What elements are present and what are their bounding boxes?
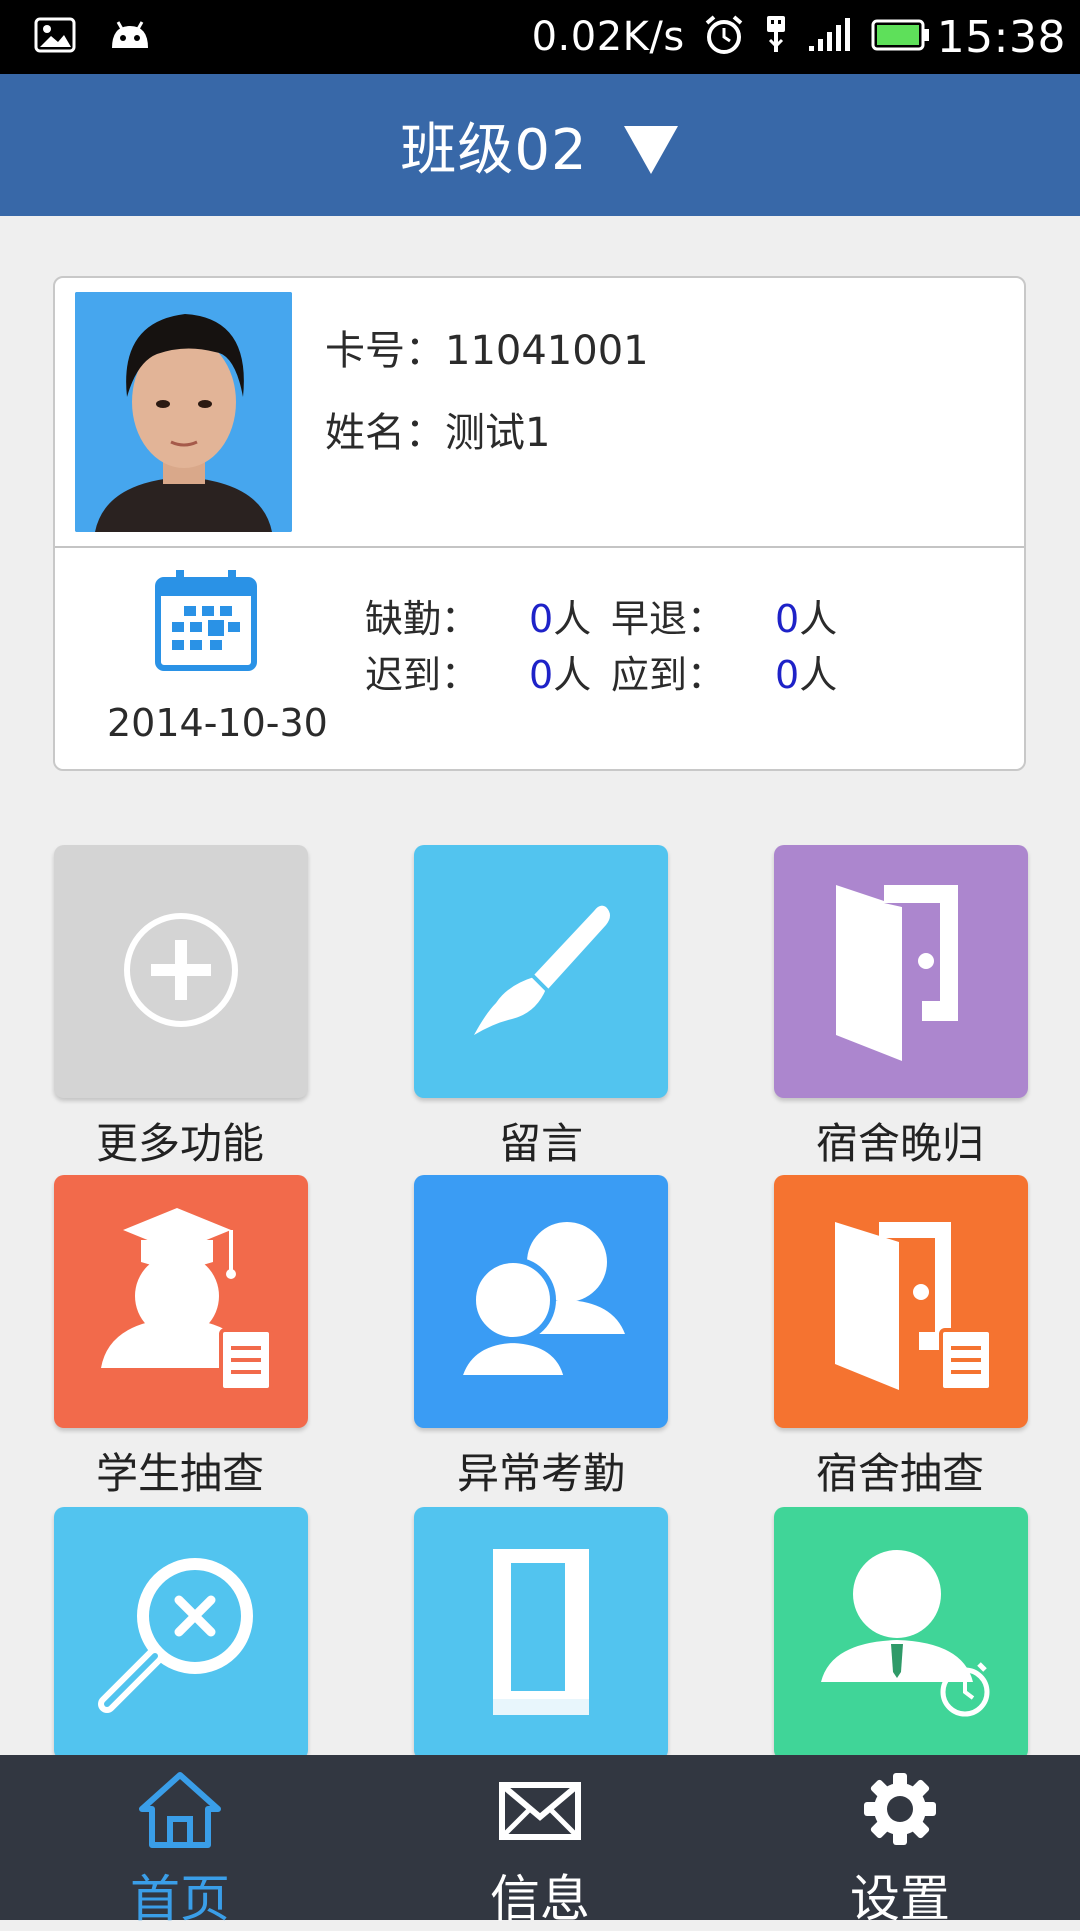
envelope-icon xyxy=(498,1769,582,1853)
gear-icon xyxy=(858,1769,942,1853)
card-number-label: 卡号： xyxy=(325,328,445,374)
image-icon xyxy=(34,17,76,57)
late-count: 0人 xyxy=(529,653,592,697)
door-icon xyxy=(826,875,976,1069)
expected-label: 应到： xyxy=(611,653,726,697)
student-check-label: 学生抽查 xyxy=(95,1449,264,1498)
calendar-icon xyxy=(154,568,258,676)
search-cancel-tile[interactable] xyxy=(54,1507,308,1760)
tab-settings-label: 设置 xyxy=(850,1870,950,1928)
class-title: 班级02 xyxy=(400,117,588,183)
dorm-check-label: 宿舍抽查 xyxy=(815,1449,984,1498)
tab-settings[interactable]: 设置 xyxy=(720,1755,1080,1928)
network-speed: 0.02K/s xyxy=(531,14,685,60)
graduate-icon xyxy=(81,1200,281,1404)
message-label: 留言 xyxy=(498,1119,583,1168)
home-icon xyxy=(138,1769,222,1853)
dorm-late-return-label: 宿舍晚归 xyxy=(815,1119,984,1168)
paintbrush-icon xyxy=(456,885,626,1059)
attendance-date: 2014-10-30 xyxy=(107,701,328,745)
name-label: 姓名： xyxy=(325,410,445,456)
card-number-line: 卡号：11041001 xyxy=(325,318,649,376)
student-check-tile[interactable] xyxy=(54,1175,308,1428)
card-number-value: 11041001 xyxy=(445,328,649,374)
person-alarm-tile[interactable] xyxy=(774,1507,1028,1760)
usb-icon xyxy=(763,14,789,60)
avatar xyxy=(75,292,292,532)
name-line: 姓名：测试1 xyxy=(325,400,550,458)
people-icon xyxy=(441,1210,641,1394)
leave-early-count: 0人 xyxy=(775,597,838,641)
late-label: 迟到： xyxy=(365,653,480,697)
tab-home-label: 首页 xyxy=(130,1870,230,1928)
tab-messages[interactable]: 信息 xyxy=(360,1755,720,1928)
dorm-check-tile[interactable] xyxy=(774,1175,1028,1428)
class-selector[interactable]: 班级02 xyxy=(0,74,1080,216)
expected-count: 0人 xyxy=(775,653,838,697)
plus-circle-icon xyxy=(123,912,239,1032)
tab-messages-label: 信息 xyxy=(490,1870,590,1928)
signal-icon xyxy=(807,17,853,57)
abnormal-attendance-label: 异常考勤 xyxy=(456,1449,625,1498)
status-bar: 0.02K/s 15:38 xyxy=(0,0,1080,74)
battery-icon xyxy=(871,19,931,55)
alarm-icon xyxy=(703,14,745,60)
person-alarm-icon xyxy=(801,1532,1001,1736)
absent-label: 缺勤： xyxy=(365,597,480,641)
more-features-label: 更多功能 xyxy=(95,1119,264,1168)
name-value: 测试1 xyxy=(445,410,551,456)
book-icon xyxy=(481,1537,601,1731)
clock: 15:38 xyxy=(936,11,1066,63)
more-features-tile[interactable] xyxy=(54,845,308,1098)
door-list-icon xyxy=(801,1200,1001,1404)
search-cancel-icon xyxy=(91,1542,271,1726)
message-tile[interactable] xyxy=(414,845,668,1098)
triangle-down-icon[interactable] xyxy=(622,124,680,176)
android-icon xyxy=(106,18,154,56)
book-tile[interactable] xyxy=(414,1507,668,1760)
tab-home[interactable]: 首页 xyxy=(0,1755,360,1928)
profile-card: 卡号：11041001 姓名：测试1 2014-10-30 缺勤： 0人 早退： xyxy=(53,276,1026,771)
bottom-tab-bar: 首页 信息 设置 xyxy=(0,1755,1080,1928)
dorm-late-return-tile[interactable] xyxy=(774,845,1028,1098)
absent-count: 0人 xyxy=(529,597,592,641)
leave-early-label: 早退： xyxy=(611,597,726,641)
abnormal-attendance-tile[interactable] xyxy=(414,1175,668,1428)
